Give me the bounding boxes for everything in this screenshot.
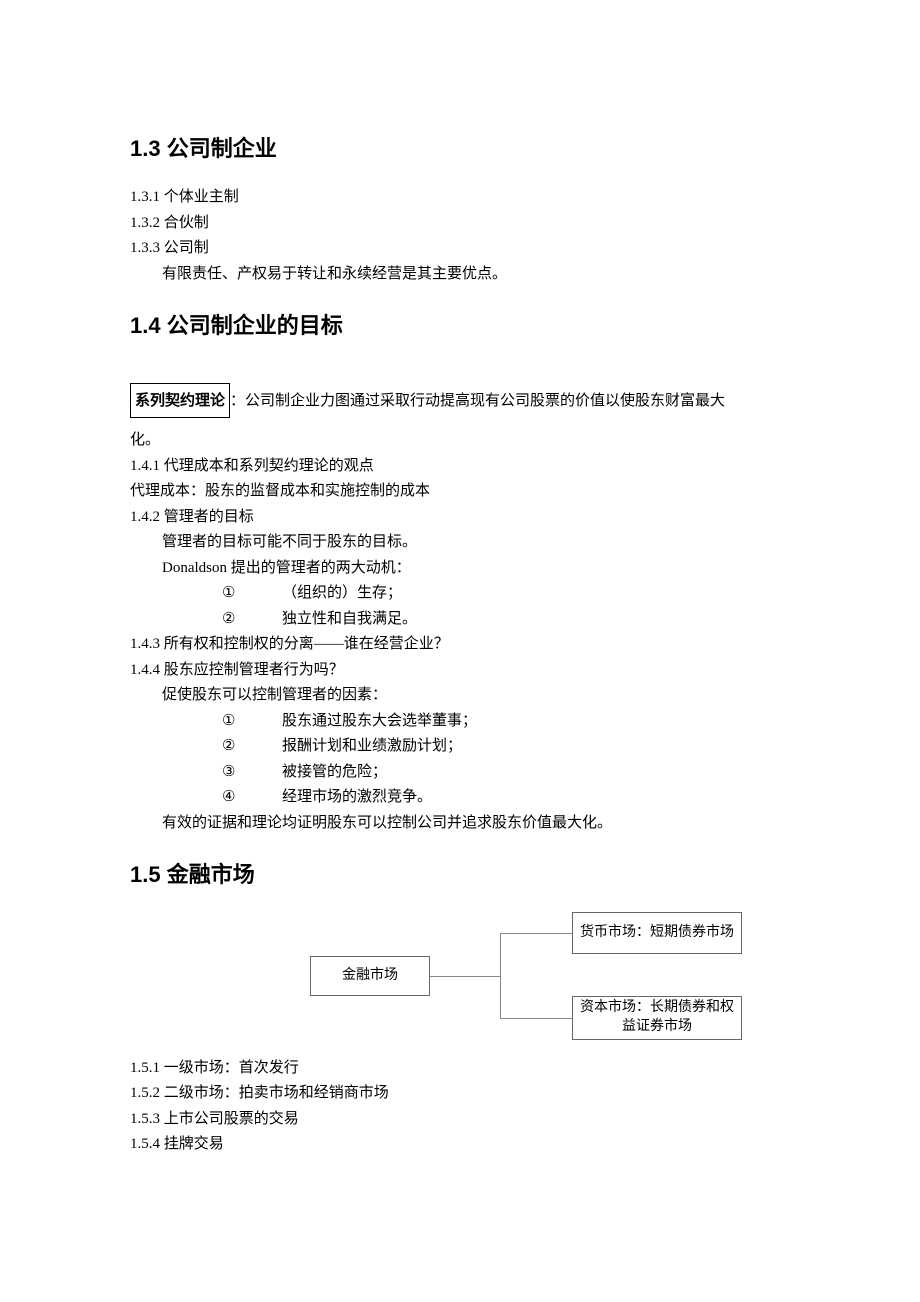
circle-num-4b: ④ [222, 785, 282, 811]
boxed-tail2: 化。 [130, 428, 790, 454]
circle-num-1b: ① [222, 709, 282, 735]
contract-theory-line: 系列契约理论：公司制企业力图通过采取行动提高现有公司股票的价值以使股东财富最大 [130, 383, 790, 419]
item-1-4-2-b: Donaldson 提出的管理者的两大动机： [130, 556, 790, 582]
item-1-4-1: 1.4.1 代理成本和系列契约理论的观点 [130, 454, 790, 480]
boxed-tail: ：公司制企业力图通过采取行动提高现有公司股票的价值以使股东财富最大 [230, 393, 725, 409]
item-1-5-2: 1.5.2 二级市场：拍卖市场和经销商市场 [130, 1081, 790, 1107]
heading-1-5: 1.5 金融市场 [130, 856, 790, 893]
circle-text-3b: 被接管的危险； [282, 760, 387, 786]
circle-text-2b: 报酬计划和业绩激励计划； [282, 734, 462, 760]
circle-text-1b: 股东通过股东大会选举董事； [282, 709, 477, 735]
item-1-4-4-b-3: ③ 被接管的危险； [130, 760, 790, 786]
circle-text-4b: 经理市场的激烈竞争。 [282, 785, 432, 811]
item-1-4-4-b-1: ① 股东通过股东大会选举董事； [130, 709, 790, 735]
circle-text-1: （组织的）生存； [282, 581, 402, 607]
item-1-4-4: 1.4.4 股东应控制管理者行为吗？ [130, 658, 790, 684]
item-1-5-3: 1.5.3 上市公司股票的交易 [130, 1107, 790, 1133]
circle-text-2: 独立性和自我满足。 [282, 607, 417, 633]
item-1-3-1: 1.3.1 个体业主制 [130, 185, 790, 211]
item-1-4-1-note: 代理成本：股东的监督成本和实施控制的成本 [130, 479, 790, 505]
item-1-4-2: 1.4.2 管理者的目标 [130, 505, 790, 531]
item-1-4-2-b-2: ② 独立性和自我满足。 [130, 607, 790, 633]
diagram-money-market-box: 货币市场：短期债券市场 [572, 912, 742, 954]
circle-num-3b: ③ [222, 760, 282, 786]
item-1-4-2-a: 管理者的目标可能不同于股东的目标。 [130, 530, 790, 556]
diagram-root-box: 金融市场 [310, 956, 430, 996]
financial-market-diagram: 金融市场 货币市场：短期债券市场 资本市场：长期债券和权益证券市场 [310, 912, 750, 1042]
item-1-3-3-note: 有限责任、产权易于转让和永续经营是其主要优点。 [130, 262, 790, 288]
item-1-4-4-a: 促使股东可以控制管理者的因素： [130, 683, 790, 709]
item-1-5-4: 1.5.4 挂牌交易 [130, 1132, 790, 1158]
item-1-3-3: 1.3.3 公司制 [130, 236, 790, 262]
item-1-4-4-b-4: ④ 经理市场的激烈竞争。 [130, 785, 790, 811]
item-1-5-1: 1.5.1 一级市场：首次发行 [130, 1056, 790, 1082]
boxed-term: 系列契约理论 [130, 383, 230, 419]
item-1-4-3: 1.4.3 所有权和控制权的分离——谁在经营企业？ [130, 632, 790, 658]
circle-num-2: ② [222, 607, 282, 633]
heading-1-3: 1.3 公司制企业 [130, 130, 790, 167]
item-1-4-4-b-2: ② 报酬计划和业绩激励计划； [130, 734, 790, 760]
item-1-3-2: 1.3.2 合伙制 [130, 211, 790, 237]
item-1-4-2-b-1: ① （组织的）生存； [130, 581, 790, 607]
diagram-capital-market-box: 资本市场：长期债券和权益证券市场 [572, 996, 742, 1040]
item-1-4-4-c: 有效的证据和理论均证明股东可以控制公司并追求股东价值最大化。 [130, 811, 790, 837]
circle-num-2b: ② [222, 734, 282, 760]
heading-1-4: 1.4 公司制企业的目标 [130, 307, 790, 344]
circle-num-1: ① [222, 581, 282, 607]
